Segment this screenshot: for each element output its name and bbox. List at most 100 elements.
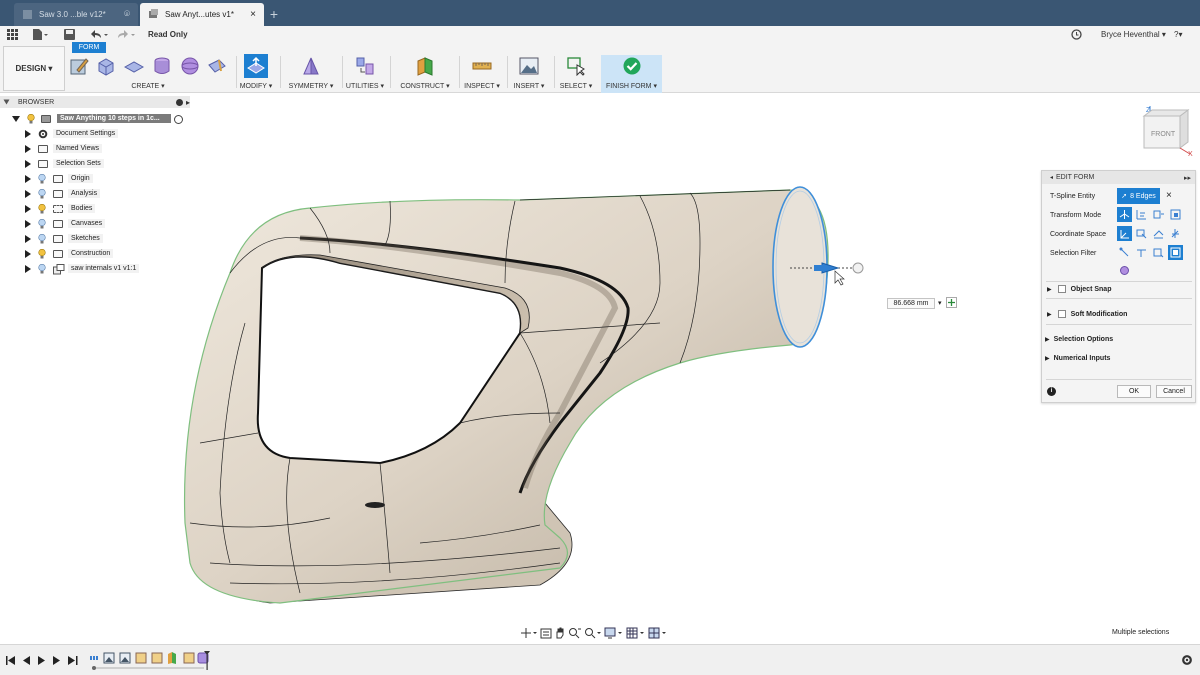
inspect-menu[interactable]: INSPECT ▾ bbox=[462, 82, 502, 90]
collapse-arrow-icon[interactable] bbox=[3, 99, 10, 105]
view-cube[interactable]: Z FRONT X bbox=[1138, 102, 1196, 160]
browser-item-bodies[interactable]: Bodies bbox=[0, 202, 200, 217]
file-menu-icon[interactable] bbox=[32, 28, 48, 40]
per-face-space-icon[interactable] bbox=[1168, 226, 1183, 241]
browser-item-construction[interactable]: Construction bbox=[0, 247, 200, 262]
step-back-icon[interactable] bbox=[23, 656, 30, 665]
cancel-button[interactable]: Cancel bbox=[1156, 385, 1192, 398]
display-settings-icon[interactable] bbox=[604, 627, 624, 639]
pin-icon[interactable] bbox=[176, 98, 183, 106]
browser-item-saw-internals[interactable]: saw internals v1 v1:1 bbox=[0, 262, 200, 277]
play-icon[interactable] bbox=[38, 656, 45, 665]
measure-ruler-icon[interactable] bbox=[471, 55, 493, 77]
timeline-feature-icon[interactable] bbox=[168, 652, 176, 664]
expand-arrow-icon[interactable] bbox=[25, 130, 31, 138]
utilities-menu[interactable]: UTILITIES ▾ bbox=[344, 82, 386, 90]
browser-item-origin[interactable]: Origin bbox=[0, 172, 200, 187]
insert-image-icon[interactable] bbox=[518, 55, 540, 77]
box-icon[interactable] bbox=[96, 55, 118, 77]
create-menu[interactable]: CREATE ▾ bbox=[68, 82, 228, 90]
timeline-start-marker[interactable] bbox=[92, 666, 96, 670]
select-menu[interactable]: SELECT ▾ bbox=[557, 82, 595, 90]
expand-dialog-icon[interactable]: ▸▸ bbox=[1184, 174, 1191, 182]
numerical-inputs-row[interactable]: ▶ Numerical Inputs bbox=[1045, 351, 1110, 365]
expand-arrow-icon[interactable] bbox=[25, 265, 31, 273]
visibility-bulb-icon[interactable] bbox=[38, 249, 46, 259]
step-forward-icon[interactable] bbox=[53, 656, 60, 665]
visibility-bulb-icon[interactable] bbox=[27, 114, 35, 124]
object-snap-row[interactable]: ▶ Object Snap bbox=[1047, 282, 1111, 296]
visibility-bulb-icon[interactable] bbox=[38, 174, 46, 184]
symmetry-menu[interactable]: SYMMETRY ▾ bbox=[284, 82, 338, 90]
world-space-icon[interactable] bbox=[1117, 226, 1132, 241]
expand-arrow-icon[interactable] bbox=[25, 160, 31, 168]
transform-scale-icon[interactable] bbox=[1168, 207, 1183, 222]
modify-menu[interactable]: MODIFY ▾ bbox=[237, 82, 275, 90]
modify-icon[interactable] bbox=[244, 54, 268, 78]
timeline-feature-icon[interactable] bbox=[183, 652, 195, 664]
all-filter-icon[interactable] bbox=[1168, 245, 1183, 260]
ok-button[interactable]: OK bbox=[1117, 385, 1151, 398]
viewports-icon[interactable] bbox=[648, 627, 668, 639]
select-icon[interactable] bbox=[565, 55, 587, 77]
cylinder-icon[interactable] bbox=[151, 55, 173, 77]
orbit-icon[interactable] bbox=[520, 627, 538, 639]
timeline-feature-icon[interactable] bbox=[90, 656, 98, 660]
expand-arrow-icon[interactable]: ▶ bbox=[1045, 336, 1050, 343]
browser-item-canvases[interactable]: Canvases bbox=[0, 217, 200, 232]
browser-item-named-views[interactable]: Named Views bbox=[0, 142, 200, 157]
timeline-feature-icon[interactable] bbox=[103, 652, 115, 664]
save-icon[interactable] bbox=[64, 28, 75, 40]
info-icon[interactable]: i bbox=[1047, 387, 1056, 396]
timeline-feature-icon[interactable] bbox=[135, 652, 147, 664]
vertex-filter-icon[interactable] bbox=[1117, 245, 1132, 260]
soft-modification-row[interactable]: ▶ Soft Modification bbox=[1047, 307, 1127, 321]
transform-rotate-icon[interactable] bbox=[1151, 207, 1166, 222]
zoom-window-icon[interactable] bbox=[568, 627, 582, 639]
browser-root-label[interactable]: Saw Anything 10 steps in 1c... bbox=[57, 114, 171, 123]
expand-arrow-icon[interactable] bbox=[25, 235, 31, 243]
undo-icon[interactable] bbox=[89, 28, 109, 40]
close-icon[interactable]: ⌾ bbox=[124, 9, 130, 20]
edit-form-header[interactable]: ◂ EDIT FORM ▸▸ bbox=[1042, 171, 1195, 184]
help-icon[interactable]: ?▾ bbox=[1174, 28, 1182, 40]
close-icon[interactable]: × bbox=[250, 9, 256, 20]
sphere-icon[interactable] bbox=[179, 55, 201, 77]
finish-form-check-icon[interactable] bbox=[621, 55, 643, 77]
browser-root-row[interactable]: Saw Anything 10 steps in 1c... bbox=[0, 112, 200, 127]
edge-filter-icon[interactable] bbox=[1134, 245, 1149, 260]
visibility-bulb-icon[interactable] bbox=[38, 234, 46, 244]
look-at-icon[interactable] bbox=[540, 627, 552, 639]
visibility-bulb-icon[interactable] bbox=[38, 189, 46, 199]
visibility-bulb-icon[interactable] bbox=[38, 204, 46, 214]
edit-form-icon[interactable] bbox=[68, 55, 90, 77]
transform-translate-icon[interactable] bbox=[1134, 207, 1149, 222]
zoom-icon[interactable] bbox=[584, 627, 602, 639]
document-tab-saw-anything[interactable]: Saw Anyt...utes v1* × bbox=[140, 3, 264, 26]
go-to-end-icon[interactable] bbox=[68, 656, 78, 665]
object-snap-checkbox[interactable] bbox=[1057, 285, 1066, 293]
timeline-feature-icon[interactable] bbox=[119, 652, 131, 664]
document-tab-saw-3[interactable]: Saw 3.0 ...ble v12* ⌾ bbox=[14, 3, 138, 26]
expand-arrow-icon[interactable] bbox=[12, 116, 20, 122]
grid-settings-icon[interactable] bbox=[626, 627, 646, 639]
insert-menu[interactable]: INSERT ▾ bbox=[510, 82, 548, 90]
clear-selection-icon[interactable]: × bbox=[1166, 190, 1172, 201]
add-input-icon[interactable] bbox=[945, 296, 957, 310]
construct-menu[interactable]: CONSTRUCT ▾ bbox=[394, 82, 456, 90]
expand-icon[interactable]: ▸ bbox=[186, 98, 190, 107]
activate-radio-icon[interactable] bbox=[174, 115, 183, 124]
browser-panel-header[interactable]: BROWSER ▸ bbox=[0, 96, 190, 108]
expand-arrow-icon[interactable]: ▶ bbox=[1045, 355, 1050, 362]
grip-icon[interactable]: ◂ bbox=[1050, 174, 1053, 181]
app-grid-icon[interactable] bbox=[7, 28, 18, 40]
chevron-down-icon[interactable]: ▾ bbox=[938, 299, 942, 307]
browser-item-sketches[interactable]: Sketches bbox=[0, 232, 200, 247]
visibility-bulb-icon[interactable] bbox=[38, 264, 46, 274]
construct-plane-icon[interactable] bbox=[414, 55, 436, 77]
expand-arrow-icon[interactable] bbox=[25, 220, 31, 228]
symmetry-icon[interactable] bbox=[300, 55, 322, 77]
finish-form-menu[interactable]: FINISH FORM ▾ bbox=[601, 82, 662, 90]
browser-item-selection-sets[interactable]: Selection Sets bbox=[0, 157, 200, 172]
plane-icon[interactable] bbox=[123, 55, 145, 77]
